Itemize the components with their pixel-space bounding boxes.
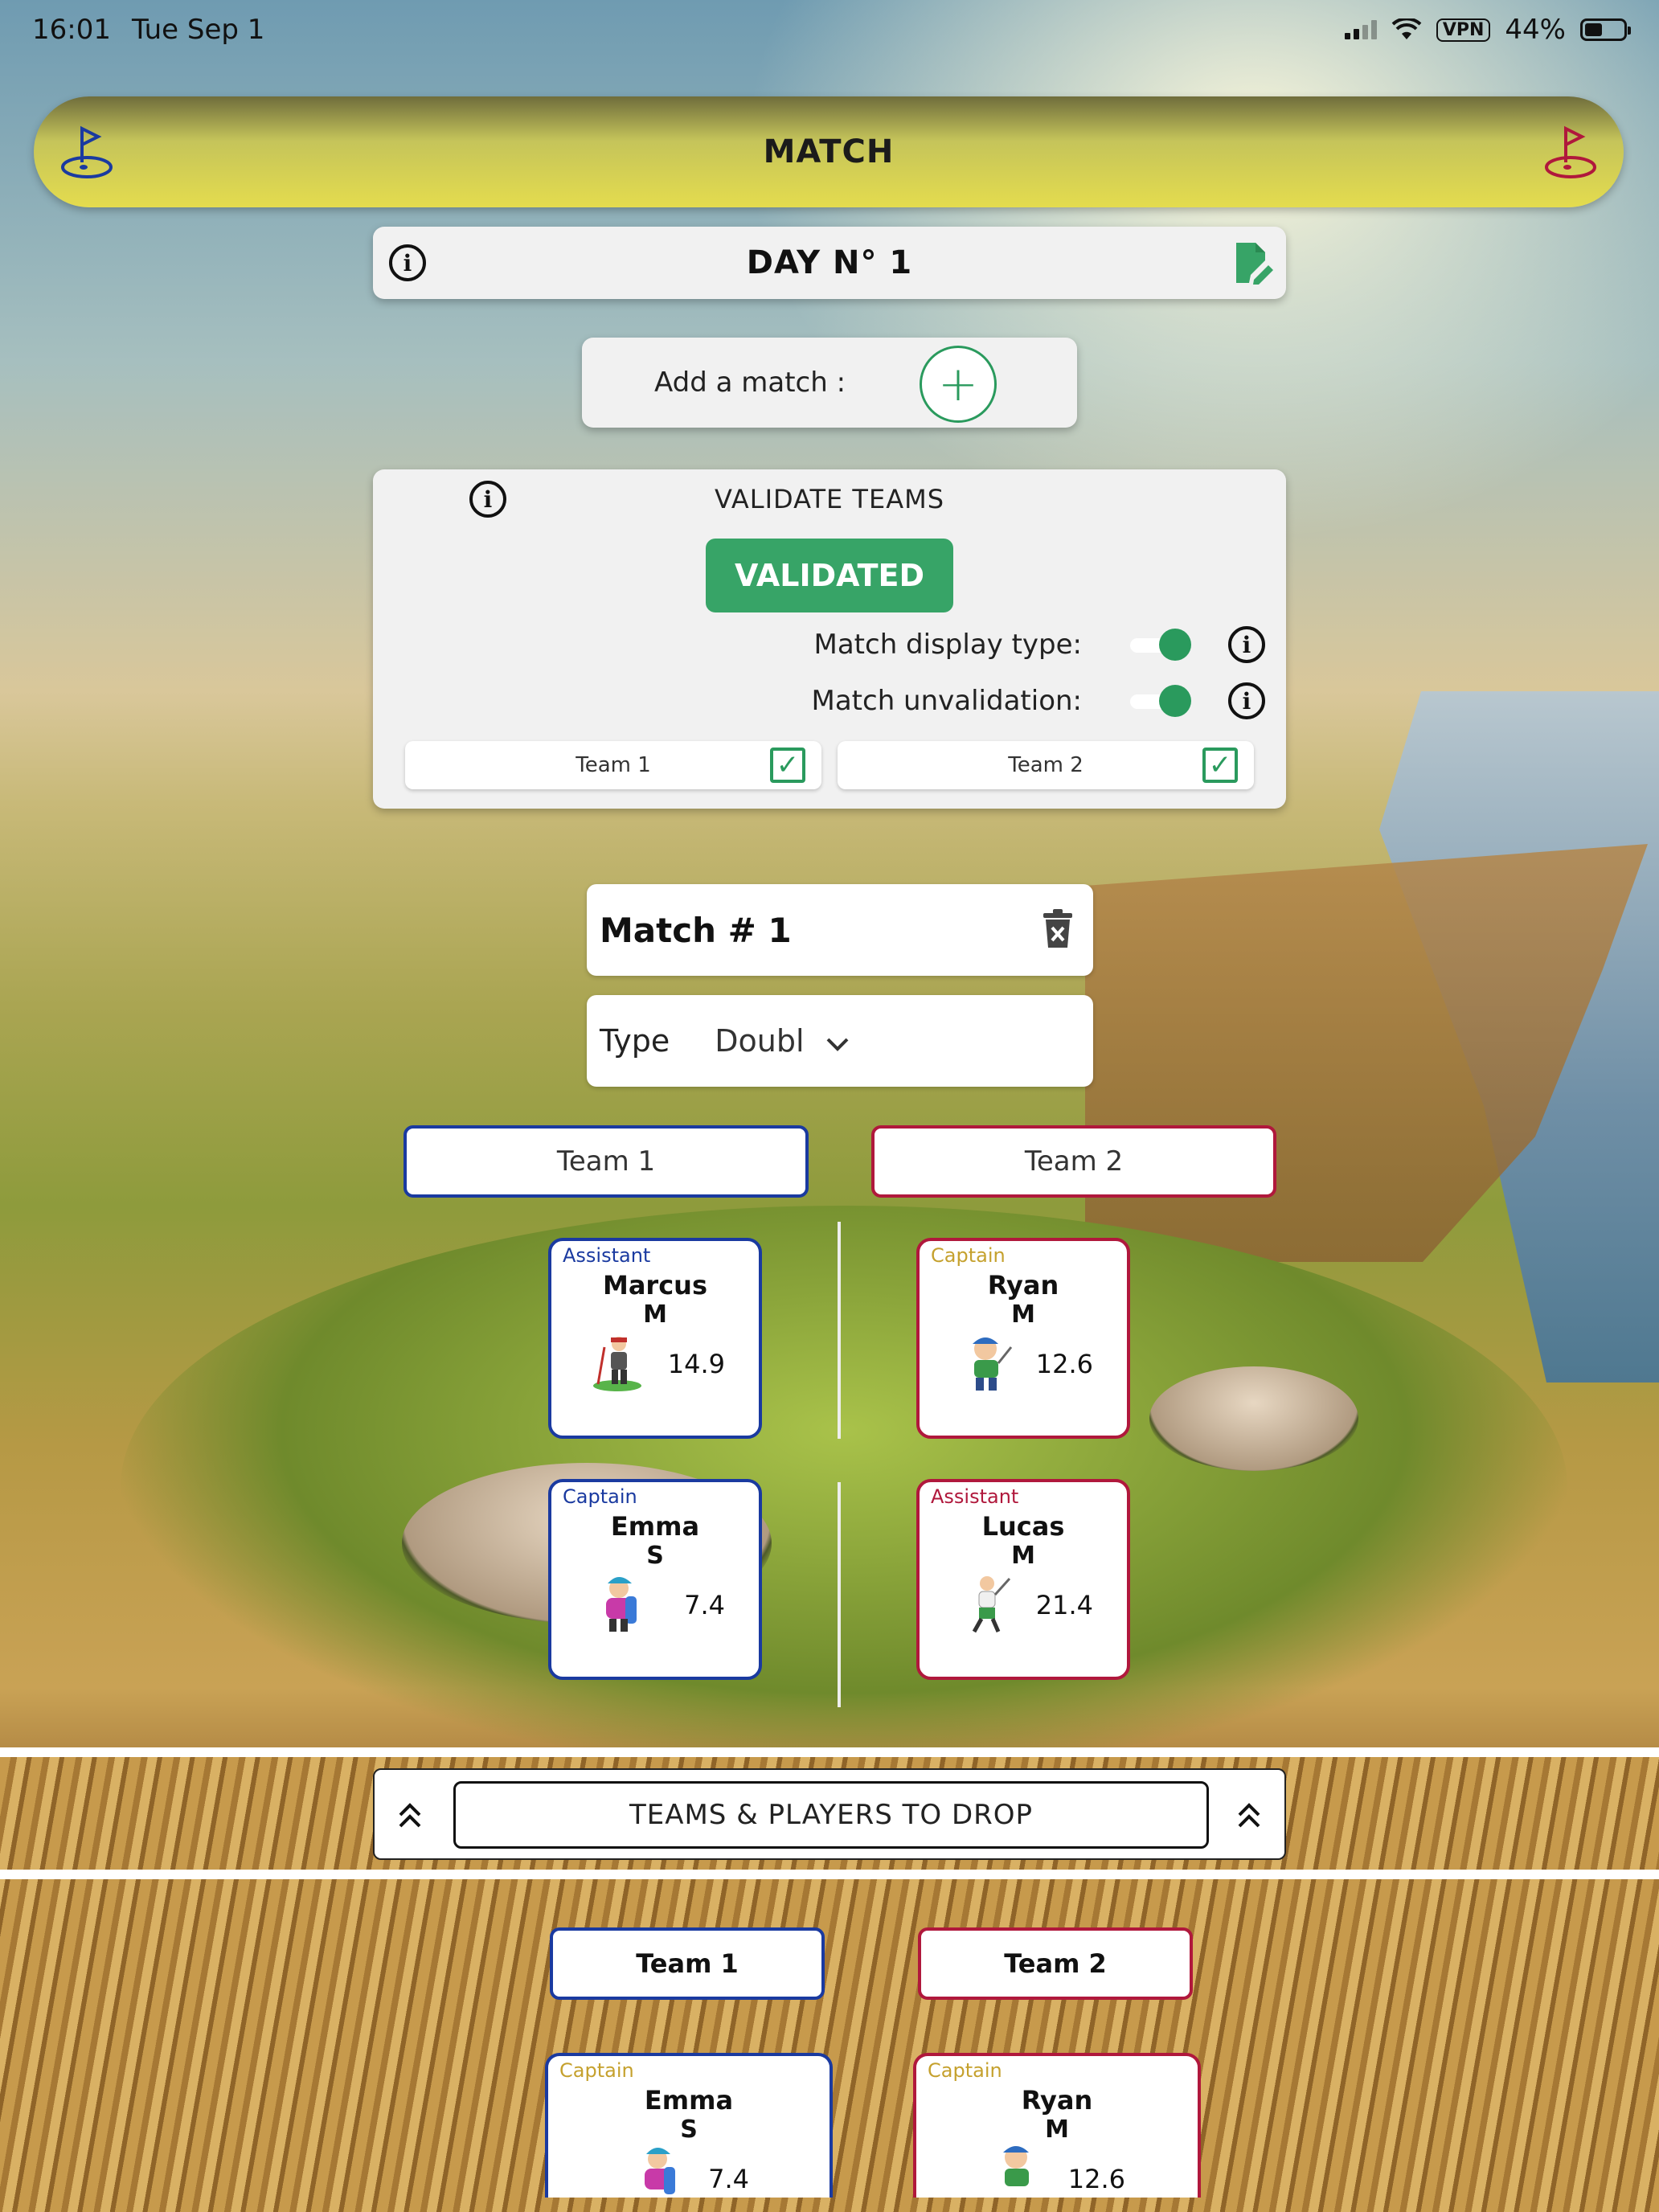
player-role: Assistant <box>563 1244 651 1267</box>
player-card[interactable]: Assistant Marcus M 14.9 <box>548 1238 762 1439</box>
chevron-down-icon[interactable] <box>825 1036 850 1052</box>
background-putting-green <box>121 1206 1567 1768</box>
unvalidation-row: Match unvalidation: i <box>811 678 1265 723</box>
golfer-avatar-icon <box>593 1337 641 1391</box>
golfer-avatar-icon <box>973 1337 1013 1391</box>
golfer-avatar-icon <box>606 1577 637 1632</box>
delete-trash-icon[interactable] <box>1042 908 1074 948</box>
info-icon[interactable]: i <box>389 244 426 281</box>
display-type-row: Match display type: i <box>813 622 1265 667</box>
player-role: Captain <box>559 2059 634 2082</box>
drop-label: TEAMS & PLAYERS TO DROP <box>453 1781 1209 1849</box>
player-handicap: 7.4 <box>684 1590 725 1620</box>
player-handicap: 12.6 <box>1067 2164 1125 2194</box>
status-date: Tue Sep 1 <box>131 14 265 46</box>
player-role: Captain <box>563 1485 637 1508</box>
edit-document-icon[interactable] <box>1233 241 1273 285</box>
golfer-avatar-icon <box>972 1576 1011 1633</box>
info-icon[interactable]: i <box>1228 626 1265 663</box>
team2-checkbox[interactable]: ✓ <box>1202 748 1238 783</box>
vs-divider <box>838 1482 841 1707</box>
double-chevron-up-icon[interactable] <box>394 1799 426 1831</box>
player-role: Assistant <box>931 1485 1019 1508</box>
unvalidation-toggle[interactable] <box>1130 685 1191 717</box>
vs-divider <box>838 1222 841 1439</box>
team2-header[interactable]: Team 2 <box>871 1125 1276 1198</box>
player-name: Emma <box>644 2085 734 2116</box>
player-handicap: 14.9 <box>667 1349 725 1379</box>
player-name: Marcus <box>602 1270 707 1301</box>
drop-team2-button[interactable]: Team 2 <box>918 1927 1193 2000</box>
status-bar: 16:01 Tue Sep 1 VPN 44% <box>0 0 1659 59</box>
player-handicap: 21.4 <box>1035 1590 1093 1620</box>
validate-teams-panel: i VALIDATE TEAMS VALIDATED Match display… <box>373 469 1286 809</box>
team2-validation[interactable]: Team 2 ✓ <box>838 741 1254 789</box>
golfer-avatar-icon <box>1003 2146 1029 2186</box>
match-type-label: Type <box>600 1023 670 1059</box>
battery-icon <box>1580 18 1631 41</box>
flag-hole-icon[interactable] <box>1542 124 1600 180</box>
separator-band <box>0 1747 1659 1757</box>
player-name: Ryan <box>1021 2085 1093 2116</box>
team1-checkbox[interactable]: ✓ <box>770 748 805 783</box>
player-initial: M <box>1011 1542 1035 1570</box>
drop-team1-button[interactable]: Team 1 <box>550 1927 825 2000</box>
add-match-panel: Add a match : + <box>582 338 1077 428</box>
drop-player-card[interactable]: Captain Ryan M 12.6 <box>913 2053 1201 2198</box>
player-name: Lucas <box>981 1511 1065 1542</box>
player-name: Ryan <box>987 1270 1059 1301</box>
teams-players-drop-bar[interactable]: TEAMS & PLAYERS TO DROP <box>373 1768 1286 1860</box>
player-card[interactable]: Assistant Lucas M 21.4 <box>916 1479 1130 1680</box>
add-match-label: Add a match : <box>654 367 846 399</box>
day-panel: i DAY N° 1 <box>373 227 1286 299</box>
player-card[interactable]: Captain Emma S 7.4 <box>548 1479 762 1680</box>
player-name: Emma <box>610 1511 700 1542</box>
page-title: MATCH <box>763 133 895 170</box>
player-initial: M <box>643 1301 667 1329</box>
display-type-toggle[interactable] <box>1130 629 1191 661</box>
wifi-icon <box>1391 18 1422 39</box>
match-title: Match # 1 <box>600 910 792 950</box>
player-initial: M <box>1011 1301 1035 1329</box>
match-type-select[interactable]: Type Doubl <box>587 995 1093 1087</box>
team1-validation[interactable]: Team 1 ✓ <box>405 741 821 789</box>
status-time: 16:01 <box>32 14 111 46</box>
player-initial: M <box>1045 2116 1069 2144</box>
double-chevron-up-icon[interactable] <box>1233 1799 1265 1831</box>
player-role: Captain <box>928 2059 1002 2082</box>
drop-player-card[interactable]: Captain Emma S 7.4 <box>545 2053 833 2198</box>
player-handicap: 7.4 <box>708 2164 749 2194</box>
separator-band <box>0 1870 1659 1879</box>
player-card[interactable]: Captain Ryan M 12.6 <box>916 1238 1130 1439</box>
background-bunker <box>1149 1366 1358 1471</box>
team2-validation-label: Team 2 <box>1008 753 1083 777</box>
unvalidation-label: Match unvalidation: <box>811 685 1083 717</box>
player-role: Captain <box>931 1244 1006 1267</box>
player-initial: S <box>680 2116 698 2144</box>
display-type-label: Match display type: <box>813 629 1083 661</box>
match-type-value[interactable]: Doubl <box>715 1023 804 1059</box>
info-icon[interactable]: i <box>1228 682 1265 719</box>
cellular-signal-icon <box>1344 20 1377 39</box>
match-title-box: Match # 1 <box>587 884 1093 976</box>
vpn-badge: VPN <box>1436 18 1491 42</box>
app-header: MATCH <box>34 96 1624 207</box>
team1-header[interactable]: Team 1 <box>403 1125 809 1198</box>
flag-hole-icon[interactable] <box>58 124 116 180</box>
battery-percent: 44% <box>1505 14 1566 46</box>
day-title: DAY N° 1 <box>746 244 913 281</box>
validated-button[interactable]: VALIDATED <box>706 539 953 612</box>
player-initial: S <box>646 1542 664 1570</box>
team1-validation-label: Team 1 <box>576 753 651 777</box>
validate-teams-title: VALIDATE TEAMS <box>715 484 944 514</box>
golfer-avatar-icon <box>645 2148 675 2194</box>
player-handicap: 12.6 <box>1035 1349 1093 1379</box>
add-match-button[interactable]: + <box>920 346 997 423</box>
